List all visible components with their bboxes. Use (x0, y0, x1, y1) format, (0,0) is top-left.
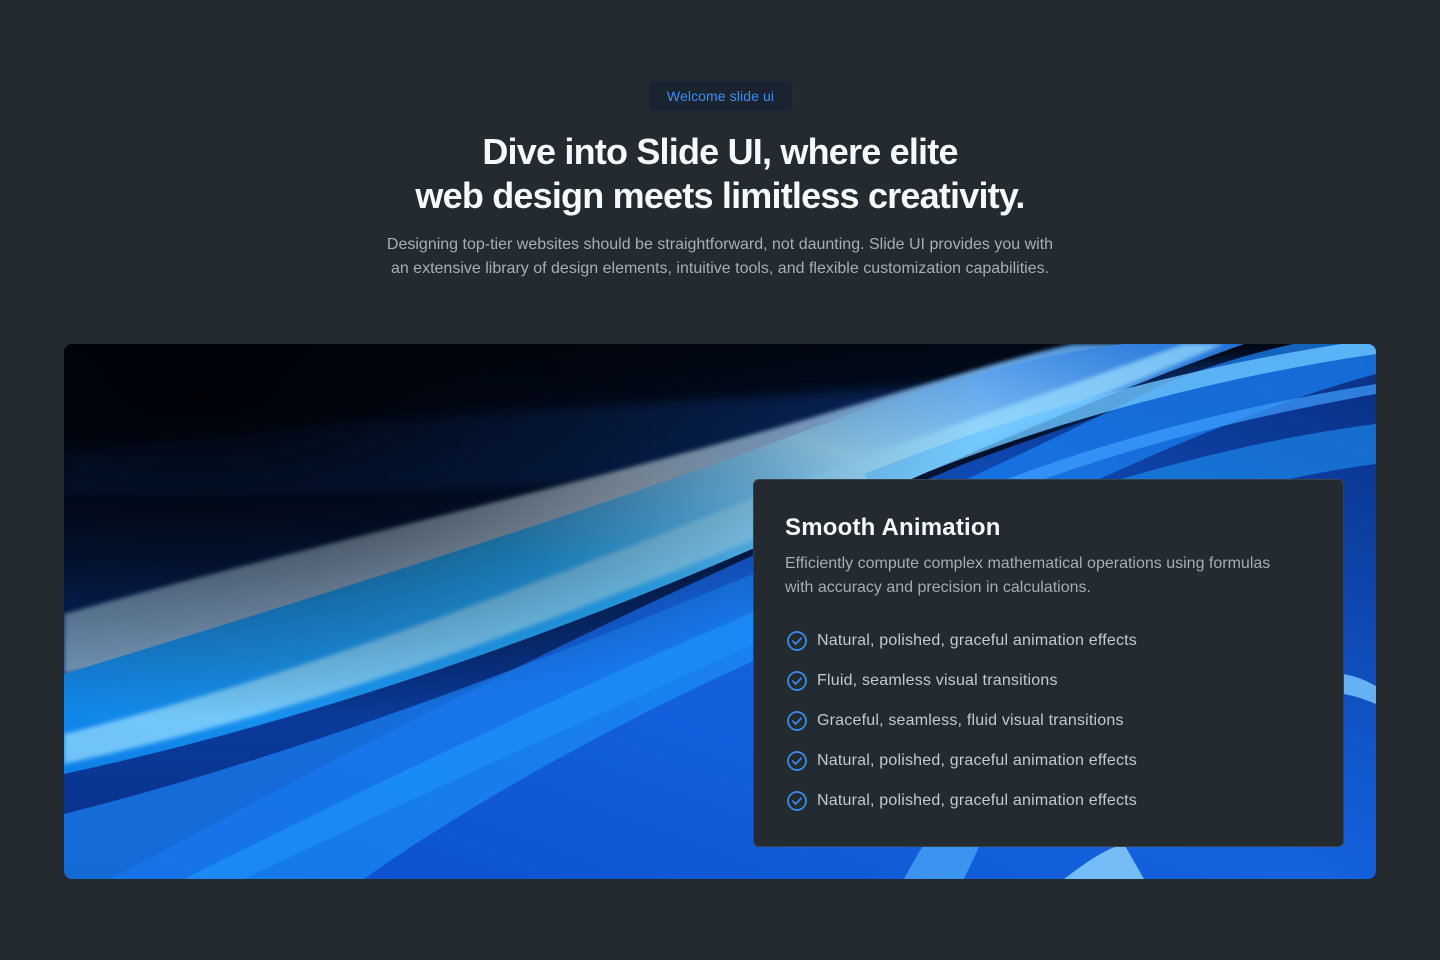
feature-card-description-line-2: with accuracy and precision in calculati… (785, 579, 1091, 596)
page-description-line-2: an extensive library of design elements,… (390, 260, 1050, 277)
feature-list-item: Natural, polished, graceful animation ef… (785, 621, 1311, 661)
feature-list-item: Natural, polished, graceful animation ef… (785, 781, 1311, 821)
feature-card-title: Smooth Animation (785, 514, 1001, 541)
check-circle-icon (787, 751, 807, 771)
page-description: Designing top-tier websites should be st… (340, 233, 1100, 281)
check-circle-icon (787, 791, 807, 811)
page-title-line-1: Dive into Slide UI, where elite (482, 131, 958, 172)
check-circle-icon (787, 631, 807, 651)
page-title: Dive into Slide UI, where elite web desi… (320, 130, 1120, 218)
feature-list-item: Natural, polished, graceful animation ef… (785, 741, 1311, 781)
welcome-slide-section: Welcome slide ui Dive into Slide UI, whe… (0, 0, 1440, 960)
welcome-badge: Welcome slide ui (648, 80, 793, 112)
feature-label: Natural, polished, graceful animation ef… (817, 792, 1137, 809)
feature-card: Smooth Animation Efficiently compute com… (753, 479, 1344, 847)
page-description-line-1: Designing top-tier websites should be st… (386, 236, 1054, 253)
check-circle-icon (787, 671, 807, 691)
feature-label: Natural, polished, graceful animation ef… (817, 752, 1137, 769)
feature-label: Fluid, seamless visual transitions (817, 672, 1058, 689)
feature-list-item: Graceful, seamless, fluid visual transit… (785, 701, 1311, 741)
feature-list: Natural, polished, graceful animation ef… (785, 621, 1311, 821)
feature-label: Natural, polished, graceful animation ef… (817, 632, 1137, 649)
feature-card-description: Efficiently compute complex mathematical… (785, 552, 1315, 600)
page-title-line-2: web design meets limitless creativity. (415, 175, 1025, 216)
feature-label: Graceful, seamless, fluid visual transit… (817, 712, 1124, 729)
feature-card-description-line-1: Efficiently compute complex mathematical… (785, 555, 1271, 572)
feature-list-item: Fluid, seamless visual transitions (785, 661, 1311, 701)
check-circle-icon (787, 711, 807, 731)
